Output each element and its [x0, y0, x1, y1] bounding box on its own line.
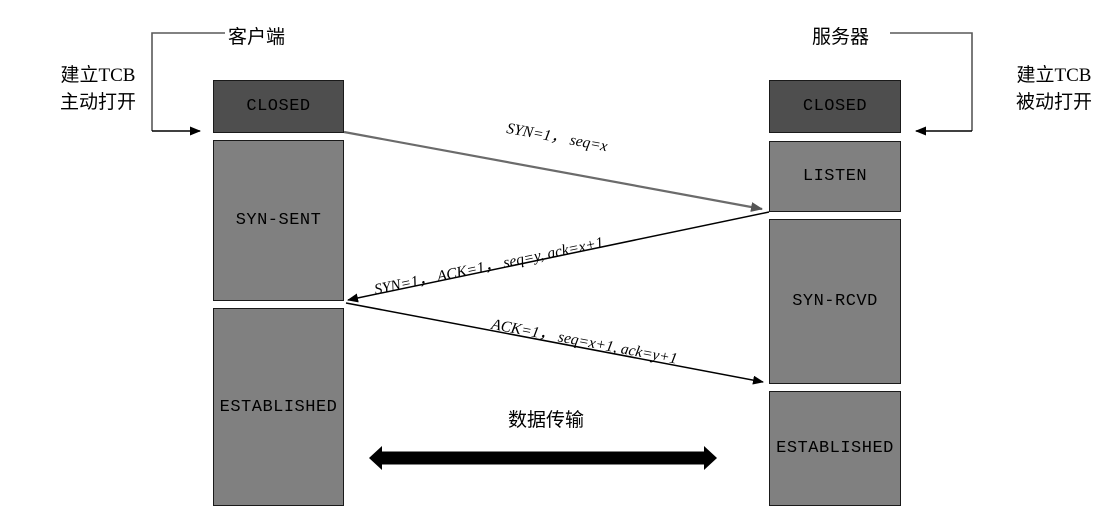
tcp-three-way-handshake-diagram: 客户端 服务器 建立TCB 主动打开 建立TCB 被动打开 CLOSED SYN… — [0, 0, 1115, 527]
server-state-established[interactable]: ESTABLISHED — [769, 391, 901, 506]
client-state-closed[interactable]: CLOSED — [213, 80, 344, 133]
client-tcb-note: 建立TCB 主动打开 — [44, 60, 152, 114]
server-tcb-note-line1: 建立TCB — [1016, 65, 1092, 86]
data-transfer-label: 数据传输 — [508, 410, 585, 431]
server-state-syn-rcvd-label: SYN-RCVD — [792, 292, 878, 311]
server-state-closed[interactable]: CLOSED — [769, 80, 901, 133]
server-state-syn-rcvd[interactable]: SYN-RCVD — [769, 219, 901, 384]
server-bracket-connector — [890, 32, 973, 136]
client-state-established[interactable]: ESTABLISHED — [213, 308, 344, 506]
client-tcb-note-line1: 建立TCB — [60, 65, 136, 86]
server-tcb-note-line2: 被动打开 — [1015, 92, 1092, 113]
server-tcb-note: 建立TCB 被动打开 — [1000, 60, 1108, 114]
client-state-syn-sent[interactable]: SYN-SENT — [213, 140, 344, 301]
client-tcb-note-line2: 主动打开 — [59, 92, 136, 113]
client-state-established-label: ESTABLISHED — [219, 397, 338, 417]
server-state-listen-label: LISTEN — [802, 167, 868, 186]
client-state-syn-sent-label: SYN-SENT — [235, 211, 322, 230]
server-state-established-label: ESTABLISHED — [776, 439, 894, 458]
client-state-closed-label: CLOSED — [246, 97, 311, 116]
server-state-closed-label: CLOSED — [802, 97, 868, 116]
client-title: 客户端 — [228, 27, 286, 48]
server-state-listen[interactable]: LISTEN — [769, 141, 901, 212]
server-title: 服务器 — [812, 27, 870, 48]
connector-layer — [151, 32, 973, 470]
